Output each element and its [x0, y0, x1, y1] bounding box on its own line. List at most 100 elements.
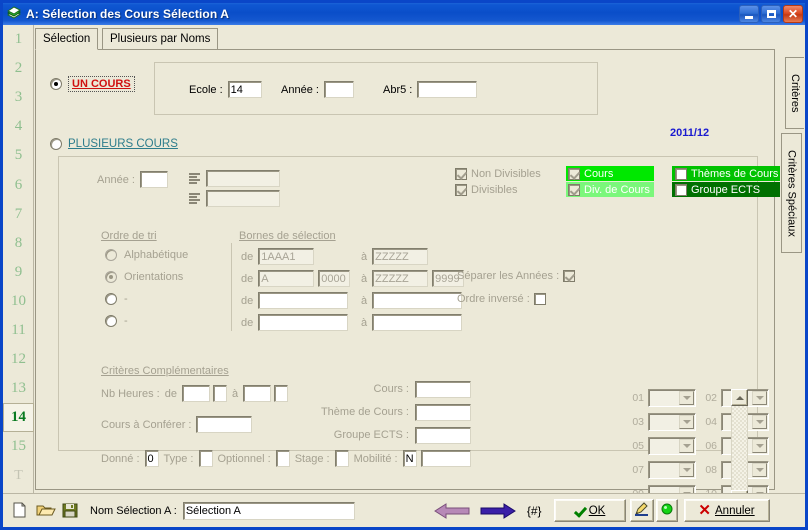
gutter-item-9[interactable]: 9	[3, 258, 34, 287]
checkbox-div-de-cours[interactable]	[568, 183, 580, 196]
minimize-button[interactable]	[739, 5, 759, 23]
chevron-down-icon[interactable]	[679, 439, 694, 453]
input-nom-selection[interactable]: Sélection A	[182, 501, 355, 520]
gutter-item-t[interactable]: T	[3, 461, 34, 490]
radio-tri-4[interactable]	[105, 315, 117, 327]
gutter-item-2[interactable]: 2	[3, 54, 34, 83]
input-borne-de-row1[interactable]: 1AAA1	[258, 248, 315, 265]
input-optionnel[interactable]	[275, 450, 290, 467]
chevron-down-icon[interactable]	[752, 391, 767, 405]
input-plusieurs-annee[interactable]	[139, 171, 168, 188]
list-picker-icon-2[interactable]	[189, 192, 201, 205]
list-picker-icon-1[interactable]	[189, 172, 201, 185]
edit-pencil-button[interactable]	[629, 499, 654, 522]
checkbox-ordre-inverse[interactable]	[533, 293, 546, 305]
input-type[interactable]	[198, 450, 213, 467]
chevron-down-icon[interactable]	[679, 391, 694, 405]
input-borne-a-row4[interactable]	[372, 314, 463, 331]
input-cours-a-conferer[interactable]	[196, 416, 253, 433]
label-prosup-02: 02	[705, 392, 717, 404]
label-donne: Donné :	[101, 452, 140, 465]
side-tab-criteres-speciaux[interactable]: Critères Spéciaux	[781, 133, 802, 253]
chevron-down-icon[interactable]	[679, 415, 694, 429]
radio-tri-3[interactable]	[105, 293, 117, 305]
application-window: A: Sélection des Cours Sélection A ✕ 1 2…	[0, 0, 808, 530]
new-document-icon[interactable]	[11, 501, 31, 521]
checkbox-cours[interactable]	[568, 167, 580, 180]
cancel-button[interactable]: ✕ Annuler	[683, 499, 770, 522]
tab-selection[interactable]: Sélection	[35, 28, 99, 50]
radio-orientations[interactable]	[105, 271, 117, 283]
input-borne-de2-row2[interactable]: 0000	[318, 270, 351, 287]
maximize-button[interactable]	[761, 5, 781, 23]
input-groupe-ects-field[interactable]	[415, 427, 471, 444]
input-plusieurs-list-2[interactable]	[206, 190, 280, 207]
checkbox-separer-les-annees[interactable]	[563, 270, 576, 282]
gutter-item-4[interactable]: 4	[3, 112, 34, 141]
open-folder-icon[interactable]	[36, 501, 56, 521]
input-donne[interactable]: 0	[144, 450, 159, 467]
close-button[interactable]: ✕	[783, 5, 803, 23]
gutter-item-14-selected[interactable]: 14	[3, 403, 34, 433]
input-annee[interactable]	[323, 81, 354, 98]
label-hash[interactable]: {#}	[527, 504, 542, 518]
checkbox-divisibles[interactable]	[455, 184, 467, 196]
input-theme-de-cours[interactable]	[415, 404, 471, 421]
input-ecole[interactable]: 14	[227, 81, 262, 98]
radio-un-cours[interactable]	[50, 78, 62, 90]
arrow-right-icon[interactable]	[479, 501, 517, 521]
checkbox-groupe-ects[interactable]	[675, 183, 687, 196]
label-a-row1: à	[361, 250, 368, 263]
ok-button[interactable]: OK	[553, 499, 626, 522]
input-borne-a-row1[interactable]: ZZZZZ	[372, 248, 429, 265]
input-borne-a-row3[interactable]	[372, 292, 463, 309]
gutter-item-5[interactable]: 5	[3, 141, 34, 170]
input-mobilite[interactable]: N	[402, 450, 417, 467]
gutter-item-8[interactable]: 8	[3, 229, 34, 258]
chevron-down-icon[interactable]	[752, 415, 767, 429]
radio-plusieurs-cours[interactable]	[50, 138, 62, 150]
gutter-item-1[interactable]: 1	[3, 25, 34, 54]
gutter-item-13[interactable]: 13	[3, 374, 34, 403]
input-stage[interactable]	[334, 450, 349, 467]
label-plusieurs-cours[interactable]: PLUSIEURS COURS	[68, 138, 178, 150]
gutter-item-12[interactable]: 12	[3, 345, 34, 374]
input-borne-de-row2[interactable]: A	[258, 270, 315, 287]
input-borne-de-row3[interactable]	[258, 292, 349, 309]
gutter-item-6[interactable]: 6	[3, 170, 34, 199]
status-light-button[interactable]	[655, 499, 678, 522]
gutter-item-11[interactable]: 11	[3, 316, 34, 345]
arrow-left-icon[interactable]	[433, 501, 471, 521]
input-plusieurs-list-1[interactable]	[206, 170, 280, 187]
chevron-down-icon[interactable]	[679, 463, 694, 477]
dropdown-prosup-01[interactable]	[648, 389, 696, 407]
input-borne-a-row2[interactable]: ZZZZZ	[372, 270, 429, 287]
input-nb-heures-de1[interactable]	[181, 385, 210, 402]
gutter-item-15[interactable]: 15	[3, 432, 34, 461]
dropdown-prosup-07[interactable]	[648, 461, 696, 479]
scroll-up-button[interactable]	[731, 389, 748, 406]
tab-plusieurs-par-noms[interactable]: Plusieurs par Noms	[102, 28, 219, 49]
gutter-item-7[interactable]: 7	[3, 200, 34, 229]
input-mobilite-extra[interactable]	[420, 450, 471, 467]
dropdown-prosup-03[interactable]	[648, 413, 696, 431]
input-nb-heures-a2[interactable]	[274, 385, 289, 402]
label-un-cours[interactable]: UN COURS	[68, 76, 135, 92]
gutter-item-10[interactable]: 10	[3, 287, 34, 316]
prosup-scrollbar[interactable]	[731, 389, 748, 507]
chevron-down-icon[interactable]	[752, 463, 767, 477]
radio-alphabetique[interactable]	[105, 249, 117, 261]
input-cours-field[interactable]	[415, 381, 471, 398]
input-abr5[interactable]	[417, 81, 478, 98]
input-nb-heures-a1[interactable]	[243, 385, 272, 402]
checkbox-non-divisibles[interactable]	[455, 168, 467, 180]
input-borne-de-row4[interactable]	[258, 314, 349, 331]
label-theme-de-cours: Thème de Cours :	[320, 406, 409, 418]
chevron-down-icon[interactable]	[752, 439, 767, 453]
checkbox-themes-de-cours[interactable]	[675, 167, 687, 180]
save-floppy-icon[interactable]	[61, 501, 81, 521]
input-nb-heures-de2[interactable]	[212, 385, 227, 402]
side-tab-criteres[interactable]: Critères	[785, 57, 804, 129]
dropdown-prosup-05[interactable]	[648, 437, 696, 455]
gutter-item-3[interactable]: 3	[3, 83, 34, 112]
